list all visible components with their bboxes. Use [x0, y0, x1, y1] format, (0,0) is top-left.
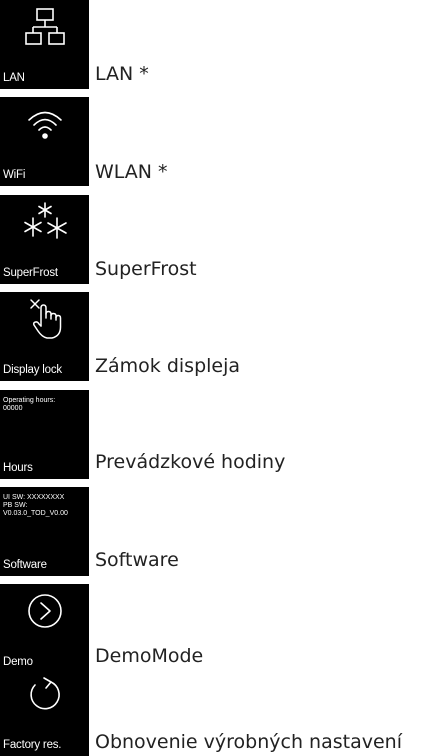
menu-item-label: Software: [95, 549, 179, 571]
tile-label: LAN: [3, 72, 25, 84]
menu-item-label: DemoMode: [95, 645, 204, 667]
tile-label: SuperFrost: [3, 267, 58, 279]
touch-hand-icon: [0, 298, 89, 348]
play-circle-icon: [0, 590, 89, 640]
tile-label: Factory res.: [3, 739, 62, 751]
menu-item-label: Obnovenie výrobných nastavení: [95, 731, 402, 753]
demo-tile[interactable]: Demo: [0, 584, 89, 673]
menu-item-label: LAN *: [95, 63, 149, 85]
software-tile[interactable]: UI SW: XXXXXXXX PB SW: V0.03.0_TOD_V0.00…: [0, 487, 89, 576]
lan-icon: [0, 6, 89, 56]
tile-label: Software: [3, 559, 47, 571]
tile-info-text: UI SW: XXXXXXXX PB SW: V0.03.0_TOD_V0.00: [3, 494, 68, 518]
info-line: 00000: [3, 405, 23, 412]
display-lock-tile[interactable]: Display lock: [0, 292, 89, 381]
factory-reset-tile[interactable]: Factory res.: [0, 667, 89, 756]
menu-item-label: SuperFrost: [95, 258, 197, 280]
superfrost-tile[interactable]: SuperFrost: [0, 195, 89, 284]
info-line: V0.03.0_TOD_V0.00: [3, 510, 68, 517]
tile-info-text: Operating hours: 00000: [3, 397, 55, 413]
info-line: Operating hours:: [3, 397, 56, 404]
reset-arrow-icon: [0, 673, 89, 723]
info-line: UI SW: XXXXXXXX: [3, 494, 65, 501]
menu-item-label: WLAN *: [95, 161, 168, 183]
hours-tile[interactable]: Operating hours: 00000 Hours: [0, 390, 89, 479]
menu-item-label: Zámok displeja: [95, 355, 241, 377]
info-line: PB SW:: [3, 502, 28, 509]
lan-tile[interactable]: LAN: [0, 0, 89, 89]
snowflakes-icon: [0, 201, 89, 251]
tile-label: WiFi: [3, 169, 26, 181]
menu-item-label: Prevádzkové hodiny: [95, 451, 286, 473]
tile-label: Display lock: [3, 364, 62, 376]
wifi-tile[interactable]: WiFi: [0, 97, 89, 186]
wifi-icon: [0, 103, 89, 153]
tile-label: Hours: [3, 462, 33, 474]
